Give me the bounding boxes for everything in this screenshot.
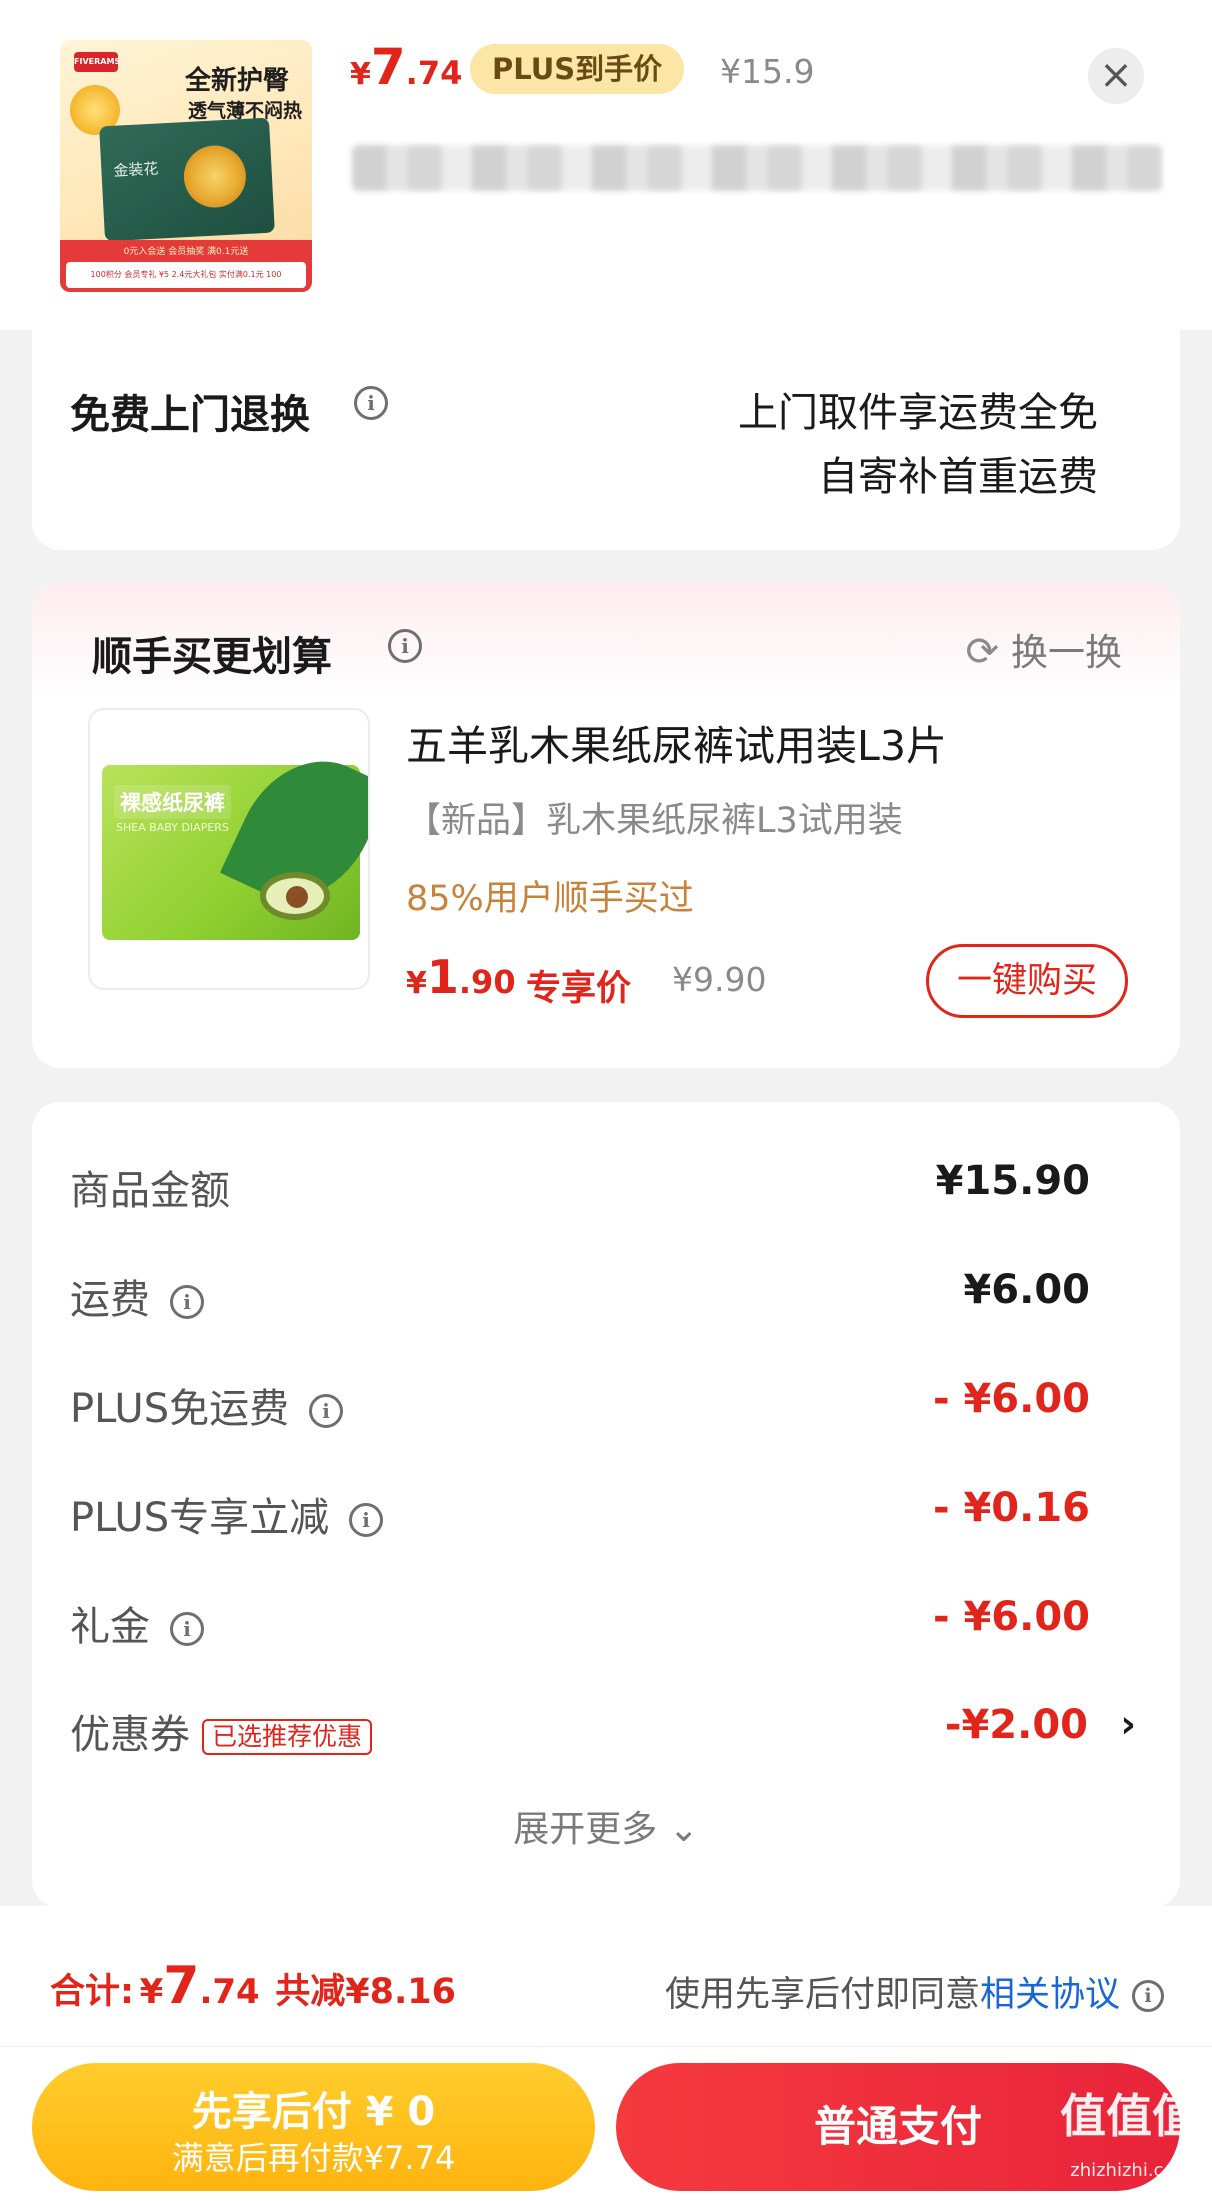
plus-price-badge: PLUS到手价 [470, 44, 685, 94]
social-proof-text: 85%用户顺手买过 [406, 879, 694, 919]
one-click-buy-button[interactable]: 一键购买 [926, 944, 1128, 1018]
upsell-price: ¥1.90 [406, 950, 516, 1004]
row-value: -¥2.00 [944, 1702, 1088, 1748]
summary-row-plus-shipping: PLUS免运费 i [70, 1376, 344, 1434]
pay-later-title: 先享后付 ¥ 0 [191, 2089, 436, 2135]
upsell-product-subtitle: 【新品】乳木果纸尿裤L3试用装 [406, 801, 903, 841]
pack-flower [182, 143, 248, 210]
upsell-price-dec: .90 [458, 963, 516, 1001]
row-value: ¥15.90 [935, 1158, 1090, 1204]
total-int: 7 [163, 1956, 200, 2016]
info-icon[interactable]: i [309, 1394, 344, 1428]
pack-sub-label: SHEA BABY DIAPERS [116, 821, 229, 834]
coupon-tag: 已选推荐优惠 [202, 1719, 373, 1755]
row-label: 运费 [70, 1277, 150, 1323]
thumb-promo-banner: 0元入会送 会员抽奖 满0.1元送 100积分 会员专礼 ¥5 2.4元大礼包 … [60, 240, 312, 292]
total-label: 合计: [50, 1972, 134, 2012]
price-yen: ¥ [350, 57, 371, 92]
product-header: FIVERAMS 全新护臀 透气薄不闷热 金装花 0元入会送 会员抽奖 满0.1… [0, 0, 1212, 330]
product-thumbnail: FIVERAMS 全新护臀 透气薄不闷热 金装花 0元入会送 会员抽奖 满0.1… [60, 40, 312, 292]
row-label: PLUS专享立减 [70, 1495, 330, 1541]
payment-bar: 先享后付 ¥ 0 满意后再付款¥7.74 普通支付 [0, 2046, 1212, 2201]
summary-row-shipping: 运费 i [70, 1267, 204, 1325]
return-service-title: 免费上门退换 [70, 392, 310, 438]
info-icon[interactable]: i [1132, 1980, 1164, 2012]
info-icon[interactable]: i [354, 386, 388, 420]
thumb-ad-title: 全新护臀 [185, 66, 290, 96]
swap-button[interactable]: ⟳ 换一换 [965, 622, 1122, 676]
row-value: - ¥0.16 [932, 1485, 1090, 1531]
pack-label: 裸感纸尿裤 [114, 785, 231, 819]
pack-name: 金装花 [112, 159, 159, 180]
summary-row-coupon[interactable]: 优惠券 已选推荐优惠 [70, 1702, 373, 1760]
total-dec: .74 [199, 1972, 260, 2012]
brand-logo: FIVERAMS [74, 52, 120, 72]
return-line-2: 自寄补首重运费 [818, 454, 1098, 500]
upsell-product-image[interactable]: 裸感纸尿裤 SHEA BABY DIAPERS [88, 708, 370, 990]
agreement-prefix: 使用先享后付即同意 [664, 1975, 980, 2015]
upsell-price-int: 1 [426, 950, 459, 1004]
row-label: 优惠券 [70, 1712, 190, 1758]
upsell-original-price: ¥9.90 [672, 960, 767, 999]
close-button[interactable]: × [1088, 48, 1144, 104]
pay-later-subtitle: 满意后再付款¥7.74 [171, 2139, 456, 2177]
price-summary-card: 商品金额 ¥15.90 运费 i ¥6.00 PLUS免运费 i - ¥6.00 P… [32, 1102, 1180, 1908]
upsell-card: 顺手买更划算 i ⟳ 换一换 裸感纸尿裤 SHEA BABY DIAPERS 五羊… [32, 582, 1180, 1068]
swap-label: 换一换 [1011, 631, 1122, 674]
final-price: ¥7.74 [350, 38, 462, 96]
info-icon[interactable]: i [388, 629, 422, 663]
total-yen: ¥ [139, 1972, 164, 2012]
total-amount: 合计: ¥7.74 共减¥8.16 [50, 1956, 456, 2016]
row-value: - ¥6.00 [932, 1594, 1090, 1640]
upsell-price-yen: ¥ [406, 966, 427, 1001]
banner-top-text: 0元入会送 会员抽奖 满0.1元送 [123, 247, 249, 257]
row-label: PLUS免运费 [70, 1386, 290, 1432]
watermark-url: zhizhizhi.com [1070, 2160, 1192, 2181]
price-int: 7 [370, 38, 406, 96]
total-bar: 合计: ¥7.74 共减¥8.16 使用先享后付即同意相关协议 i [0, 1906, 1212, 2046]
watermark-logo: 值值值 [1060, 2089, 1198, 2143]
row-label: 礼金 [70, 1604, 150, 1650]
agreement-link[interactable]: 相关协议 [980, 1975, 1120, 2015]
expand-more-button[interactable]: 展开更多 ⌄ [32, 1800, 1180, 1852]
pay-later-button[interactable]: 先享后付 ¥ 0 满意后再付款¥7.74 [32, 2063, 595, 2191]
total-saved: 共减¥8.16 [275, 1972, 456, 2012]
price-dec: .74 [405, 54, 463, 92]
upsell-product-name[interactable]: 五羊乳木果纸尿裤试用装L3片 [406, 712, 947, 772]
diaper-trial-pack: 裸感纸尿裤 SHEA BABY DIAPERS [102, 736, 368, 940]
row-value: ¥6.00 [963, 1267, 1090, 1313]
info-icon[interactable]: i [349, 1503, 384, 1537]
refresh-icon: ⟳ [965, 629, 999, 675]
agreement-text: 使用先享后付即同意相关协议 i [665, 1966, 1164, 2017]
info-icon[interactable]: i [170, 1285, 204, 1319]
summary-row-goods: 商品金额 [70, 1158, 230, 1216]
banner-row-text: 100积分 会员专礼 ¥5 2.4元大礼包 实付满0.1元 100 [66, 262, 306, 288]
blurred-product-title [352, 145, 1162, 191]
exclusive-price-label: 专享价 [526, 969, 632, 1009]
row-value: - ¥6.00 [932, 1376, 1090, 1422]
return-service-card: 免费上门退换 i 上门取件享运费全免 自寄补首重运费 [32, 330, 1180, 550]
avocado-decoration [260, 872, 330, 920]
summary-row-gift-money: 礼金 i [70, 1594, 204, 1652]
original-price: ¥15.9 [720, 52, 815, 91]
upsell-title: 顺手买更划算 [92, 634, 332, 680]
diaper-pack-image: 金装花 [99, 117, 275, 242]
chevron-right-icon[interactable]: › [1120, 1702, 1136, 1746]
summary-row-plus-discount: PLUS专享立减 i [70, 1485, 384, 1543]
info-icon[interactable]: i [170, 1612, 204, 1646]
return-line-1: 上门取件享运费全免 [738, 390, 1098, 436]
row-label: 商品金额 [70, 1168, 230, 1214]
